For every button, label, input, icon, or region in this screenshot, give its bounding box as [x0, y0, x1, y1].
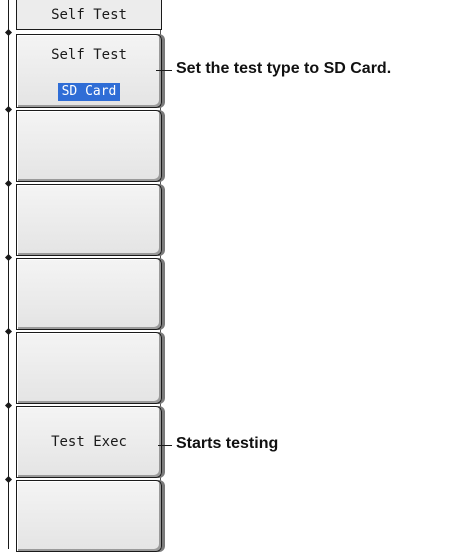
soft-key-3-empty[interactable]	[16, 110, 162, 182]
self-test-callout: Set the test type to SD Card.	[176, 60, 392, 77]
soft-key-4-empty[interactable]	[16, 184, 162, 256]
self-test-selected-value: SD Card	[57, 83, 121, 101]
self-test-key[interactable]: Self Test SD Card	[16, 34, 162, 108]
divider-marker	[4, 28, 13, 37]
self-test-callout-line	[156, 70, 172, 71]
divider-marker	[4, 179, 13, 188]
test-exec-key[interactable]: Test Exec	[16, 406, 162, 478]
menu-title: Self Test	[16, 0, 162, 30]
divider-marker	[4, 327, 13, 336]
soft-key-8-empty[interactable]	[16, 480, 162, 552]
soft-key-6-empty[interactable]	[16, 332, 162, 404]
divider-marker	[4, 475, 13, 484]
divider-marker	[4, 253, 13, 262]
exec-callout: Starts testing	[176, 435, 279, 452]
soft-key-5-empty[interactable]	[16, 258, 162, 330]
panel-left-edge	[8, 0, 9, 549]
divider-marker	[4, 401, 13, 410]
soft-key-panel: Self Test Self Test SD Card Test Exec	[4, 0, 170, 552]
test-exec-key-label: Test Exec	[51, 434, 127, 450]
exec-callout-line	[158, 445, 172, 446]
self-test-key-label: Self Test	[51, 47, 127, 63]
divider-marker	[4, 105, 13, 114]
